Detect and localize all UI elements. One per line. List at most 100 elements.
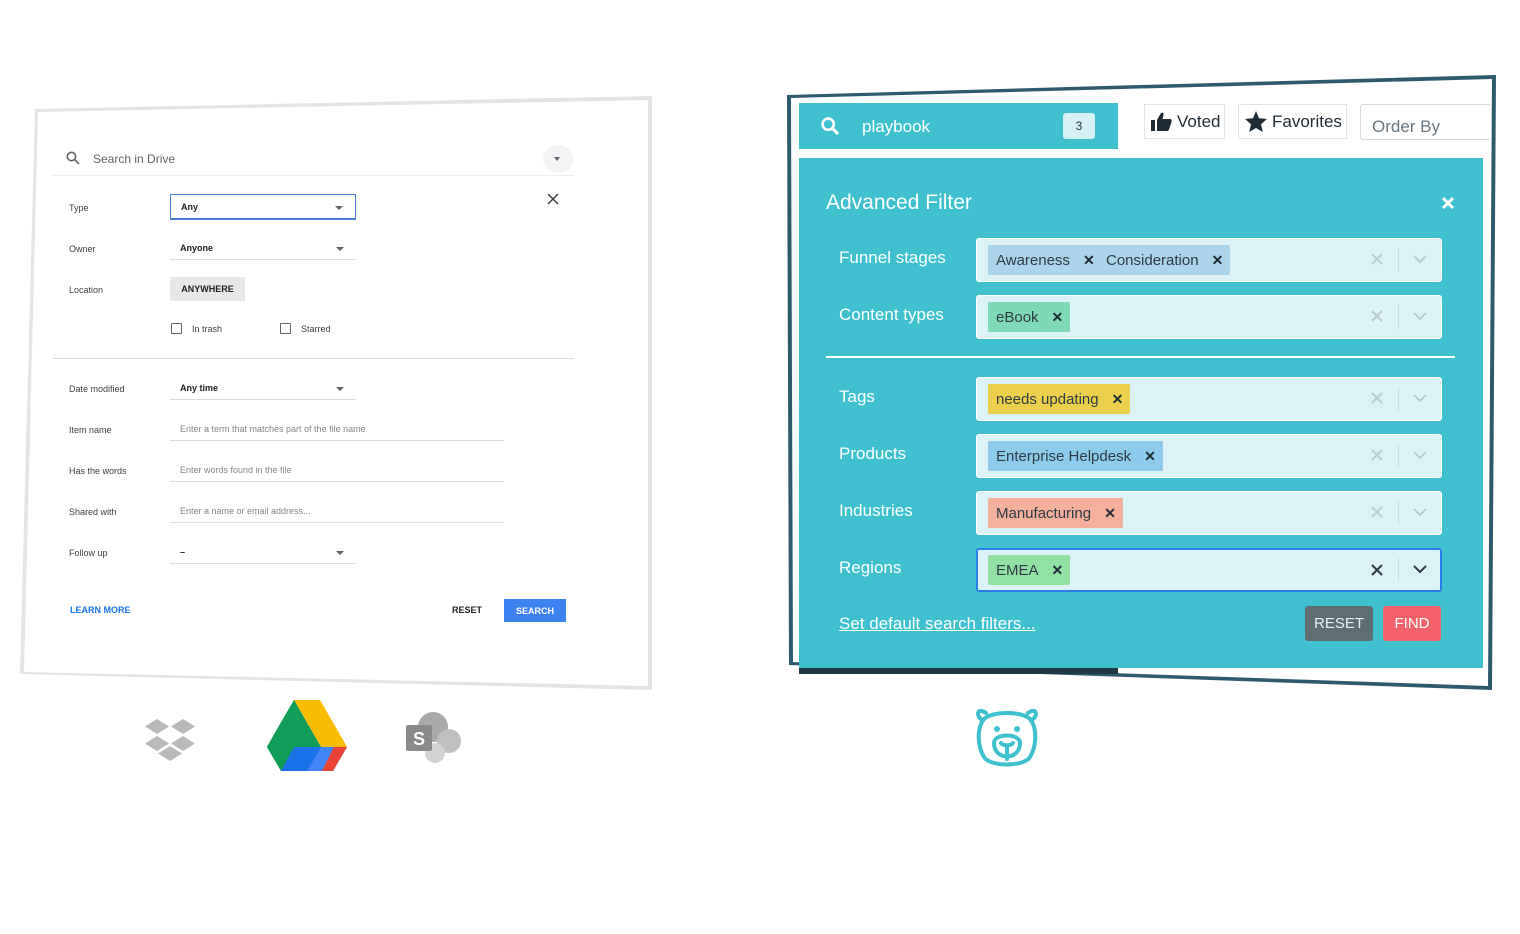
- follow-up-value: –: [180, 547, 186, 557]
- clear-icon[interactable]: [1371, 506, 1383, 518]
- chip-label: Manufacturing: [996, 504, 1092, 522]
- dropdown-caret-icon: [336, 387, 344, 391]
- remove-chip-icon[interactable]: ✕: [1052, 562, 1064, 579]
- result-count-badge: 3: [1063, 113, 1095, 139]
- chevron-down-icon[interactable]: [1413, 255, 1427, 264]
- set-default-filters-link[interactable]: Set default search filters...: [839, 614, 1036, 634]
- remove-chip-icon[interactable]: ✕: [1112, 391, 1124, 408]
- remove-chip-icon[interactable]: ✕: [1052, 309, 1064, 326]
- date-modified-value: Any time: [180, 383, 219, 393]
- has-words-input[interactable]: Enter words found in the file: [170, 458, 504, 482]
- in-trash-checkbox[interactable]: In trash: [171, 323, 222, 334]
- search-icon: [66, 151, 80, 165]
- separator: [1398, 387, 1399, 411]
- products-select[interactable]: Enterprise Helpdesk ✕: [976, 434, 1442, 478]
- location-label: Location: [69, 285, 104, 295]
- chip-label: EMEA: [996, 561, 1039, 579]
- shared-with-input[interactable]: Enter a name or email address...: [170, 499, 504, 523]
- chip-label: Consideration: [1106, 251, 1199, 269]
- search-icon: [821, 117, 839, 135]
- regions-label: Regions: [839, 558, 902, 577]
- remove-chip-icon[interactable]: ✕: [1083, 252, 1095, 269]
- follow-up-label: Follow up: [69, 548, 108, 558]
- shared-with-label: Shared with: [69, 507, 117, 517]
- close-icon[interactable]: [1441, 196, 1455, 210]
- starred-label: Starred: [301, 323, 331, 334]
- sharepoint-logo: S: [406, 712, 461, 763]
- clear-icon[interactable]: [1371, 310, 1383, 322]
- owner-select[interactable]: Anyone: [170, 236, 356, 260]
- date-modified-select[interactable]: Any time: [170, 376, 356, 400]
- separator: [1398, 305, 1399, 329]
- industries-label: Industries: [839, 501, 913, 520]
- in-trash-label: In trash: [192, 323, 223, 334]
- chip-label: Awareness: [996, 251, 1070, 269]
- google-drive-logo: [267, 700, 347, 771]
- filter-chip: Manufacturing ✕: [988, 498, 1123, 528]
- drive-search-bar[interactable]: Search in Drive: [52, 140, 574, 176]
- has-words-label: Has the words: [69, 466, 127, 476]
- filter-chip: eBook ✕: [988, 302, 1071, 332]
- type-label: Type: [69, 203, 89, 213]
- voted-button[interactable]: Voted: [1144, 104, 1225, 139]
- regions-select[interactable]: EMEA ✕: [976, 548, 1442, 592]
- filter-chip: EMEA ✕: [988, 555, 1071, 585]
- chevron-down-icon[interactable]: [1413, 312, 1427, 321]
- learn-more-link[interactable]: LEARN MORE: [70, 605, 131, 615]
- item-name-label: Item name: [69, 425, 112, 435]
- checkbox-icon: [171, 323, 182, 334]
- follow-up-select[interactable]: –: [170, 540, 356, 564]
- clear-icon[interactable]: [1371, 449, 1383, 461]
- location-anywhere-button[interactable]: ANYWHERE: [170, 277, 245, 301]
- search-options-button[interactable]: [543, 145, 573, 173]
- checkbox-icon: [280, 323, 291, 334]
- chevron-down-icon[interactable]: [1413, 451, 1427, 460]
- remove-chip-icon[interactable]: ✕: [1104, 505, 1116, 522]
- drive-search-button[interactable]: SEARCH: [504, 599, 566, 622]
- close-icon[interactable]: [546, 192, 560, 206]
- industries-select[interactable]: Manufacturing ✕: [976, 491, 1442, 535]
- drive-reset-button[interactable]: RESET: [452, 605, 482, 615]
- products-label: Products: [839, 444, 907, 463]
- item-name-input[interactable]: Enter a term that matches part of the fi…: [170, 417, 504, 441]
- type-select[interactable]: Any: [170, 194, 356, 220]
- clear-icon[interactable]: [1371, 564, 1383, 576]
- funnel-stages-label: Funnel stages: [839, 248, 946, 267]
- filter-search-bar[interactable]: playbook 3: [799, 103, 1118, 149]
- divider: [826, 356, 1455, 358]
- filter-title: Advanced Filter: [826, 191, 972, 214]
- divider: [52, 358, 574, 359]
- filter-chip: Awareness ✕: [988, 245, 1102, 275]
- starred-checkbox[interactable]: Starred: [280, 323, 331, 334]
- filter-find-button[interactable]: FIND: [1383, 606, 1441, 641]
- chip-label: eBook: [996, 308, 1039, 326]
- order-by-select[interactable]: Order By: [1360, 104, 1490, 140]
- favorites-button[interactable]: Favorites: [1238, 104, 1347, 139]
- drive-search-input[interactable]: Search in Drive: [93, 152, 175, 166]
- chevron-down-icon[interactable]: [1413, 508, 1427, 517]
- content-types-select[interactable]: eBook ✕: [976, 295, 1442, 339]
- chevron-down-icon[interactable]: [1413, 565, 1427, 574]
- favorites-label: Favorites: [1272, 111, 1342, 131]
- voted-label: Voted: [1177, 111, 1221, 131]
- separator: [1398, 558, 1399, 582]
- clear-icon[interactable]: [1371, 392, 1383, 404]
- tags-select[interactable]: needs updating ✕: [976, 377, 1442, 421]
- filter-chip: Enterprise Helpdesk ✕: [988, 441, 1163, 471]
- funnel-stages-select[interactable]: Awareness ✕ Consideration ✕: [976, 238, 1442, 282]
- clear-icon[interactable]: [1371, 253, 1383, 265]
- remove-chip-icon[interactable]: ✕: [1212, 252, 1224, 269]
- content-types-label: Content types: [839, 305, 944, 324]
- search-query[interactable]: playbook: [862, 117, 930, 137]
- type-value: Any: [181, 202, 199, 212]
- remove-chip-icon[interactable]: ✕: [1144, 448, 1156, 465]
- owner-label: Owner: [69, 244, 96, 254]
- filter-chip: Consideration ✕: [1098, 245, 1231, 275]
- separator: [1398, 444, 1399, 468]
- filter-chip: needs updating ✕: [988, 384, 1131, 414]
- shared-with-placeholder: Enter a name or email address...: [180, 506, 311, 516]
- thumbs-up-icon: [1151, 112, 1172, 131]
- svg-text:S: S: [413, 729, 425, 749]
- chevron-down-icon[interactable]: [1413, 394, 1427, 403]
- filter-reset-button[interactable]: RESET: [1305, 606, 1373, 641]
